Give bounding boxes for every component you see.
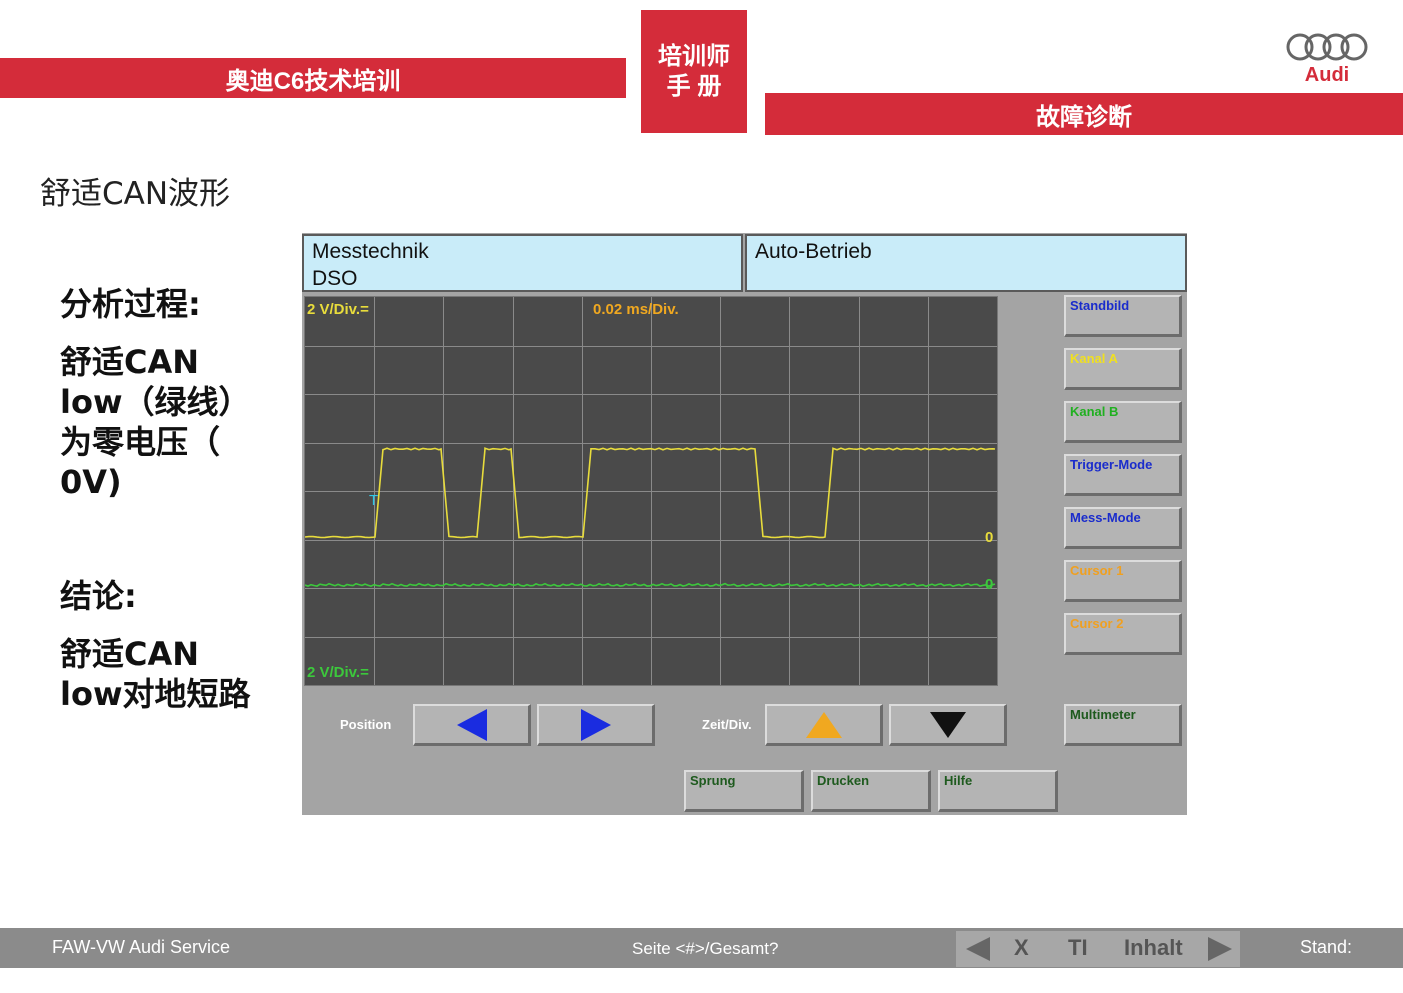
multimeter-label: Multimeter bbox=[1070, 707, 1136, 722]
mess-mode-label: Mess-Mode bbox=[1070, 510, 1141, 525]
channel-a-scale: 2 V/Div.= bbox=[307, 301, 369, 318]
header-right-bar: 故障诊断 bbox=[765, 93, 1403, 135]
sprung-button[interactable]: Sprung bbox=[684, 770, 804, 812]
zero-marker-b: 0 bbox=[985, 576, 993, 593]
cursor-2-button[interactable]: Cursor 2 bbox=[1064, 613, 1182, 655]
badge-line-2: 手 册 bbox=[666, 72, 722, 100]
mode-title: Messtechnik bbox=[312, 240, 429, 263]
course-title: 奥迪C6技术培训 bbox=[225, 67, 401, 95]
position-right-button[interactable] bbox=[537, 704, 655, 746]
analysis-body: 舒适CAN low（绿线） 为零电压（ 0V) bbox=[60, 342, 260, 502]
scope-svg: 2 V/Div.= 0.02 ms/Div. 2 V/Div.= T 0 0 bbox=[305, 297, 997, 685]
kanal-a-button[interactable]: Kanal A bbox=[1064, 348, 1182, 390]
kanal-b-label: Kanal B bbox=[1070, 404, 1119, 419]
badge-line-1: 培训师 bbox=[658, 42, 730, 70]
standbild-label: Standbild bbox=[1070, 298, 1130, 313]
channel-b-scale: 2 V/Div.= bbox=[307, 664, 369, 681]
arrow-down-icon bbox=[929, 711, 966, 738]
multimeter-button[interactable]: Multimeter bbox=[1064, 704, 1182, 746]
nav-close[interactable]: X bbox=[1014, 935, 1029, 961]
audi-logo: Audi bbox=[1284, 30, 1370, 90]
timebase-label: 0.02 ms/Div. bbox=[593, 301, 679, 318]
cursor-1-button[interactable]: Cursor 1 bbox=[1064, 560, 1182, 602]
cursor-2-label: Cursor 2 bbox=[1070, 616, 1124, 631]
arrow-right-icon bbox=[580, 708, 611, 741]
analysis-line: 舒适CAN bbox=[60, 343, 200, 381]
drucken-label: Drucken bbox=[817, 773, 870, 788]
audi-wordmark: Audi bbox=[1304, 64, 1350, 86]
hilfe-button[interactable]: Hilfe bbox=[938, 770, 1058, 812]
footer-nav: X TI Inhalt bbox=[956, 931, 1240, 967]
mode-subtitle: DSO bbox=[312, 267, 358, 290]
conclusion-line: low对地短路 bbox=[60, 675, 251, 713]
trigger-mode-button[interactable]: Trigger-Mode bbox=[1064, 454, 1182, 496]
zeit-div-label: Zeit/Div. bbox=[702, 717, 752, 732]
footer-bar: FAW-VW Audi Service Seite <#>/Gesamt? X … bbox=[0, 928, 1403, 968]
analysis-line: 为零电压（ bbox=[60, 423, 221, 461]
channel-a-trace bbox=[305, 447, 996, 539]
standbild-button[interactable]: Standbild bbox=[1064, 295, 1182, 337]
drucken-button[interactable]: Drucken bbox=[811, 770, 931, 812]
operating-mode: Auto-Betrieb bbox=[755, 240, 872, 263]
mess-mode-button[interactable]: Mess-Mode bbox=[1064, 507, 1182, 549]
hilfe-label: Hilfe bbox=[944, 773, 973, 788]
zeit-down-button[interactable] bbox=[889, 704, 1007, 746]
nav-prev-icon[interactable] bbox=[964, 936, 992, 962]
mode-header-left: Messtechnik DSO bbox=[302, 234, 743, 292]
trigger-mode-label: Trigger-Mode bbox=[1070, 457, 1153, 472]
conclusion-heading: 结论: bbox=[60, 577, 137, 615]
header-center-badge: 培训师 手 册 bbox=[641, 10, 747, 133]
conclusion-body: 舒适CAN low对地短路 bbox=[60, 634, 270, 714]
footer-page: Seite <#>/Gesamt? bbox=[632, 939, 779, 958]
analysis-line: 0V) bbox=[60, 463, 122, 501]
nav-inhalt[interactable]: Inhalt bbox=[1124, 935, 1183, 961]
nav-top[interactable]: TI bbox=[1068, 935, 1088, 961]
audi-rings-icon bbox=[1286, 33, 1368, 61]
kanal-b-button[interactable]: Kanal B bbox=[1064, 401, 1182, 443]
conclusion-line: 舒适CAN bbox=[60, 635, 200, 673]
footer-stand: Stand: bbox=[1300, 937, 1353, 957]
analysis-heading: 分析过程: bbox=[60, 285, 201, 323]
zero-marker-a: 0 bbox=[985, 529, 993, 546]
kanal-a-label: Kanal A bbox=[1070, 351, 1118, 366]
arrow-up-icon bbox=[805, 711, 842, 738]
position-left-button[interactable] bbox=[413, 704, 531, 746]
mode-header-right: Auto-Betrieb bbox=[745, 234, 1187, 292]
footer-service: FAW-VW Audi Service bbox=[52, 937, 231, 957]
sprung-label: Sprung bbox=[690, 773, 736, 788]
arrow-left-icon bbox=[456, 708, 487, 741]
slide-title: 舒适CAN波形 bbox=[40, 176, 231, 212]
channel-b-trace bbox=[305, 582, 996, 588]
trigger-marker: T bbox=[369, 492, 378, 509]
scope-grid bbox=[305, 297, 997, 685]
section-title: 故障诊断 bbox=[1036, 103, 1132, 131]
position-label: Position bbox=[340, 717, 392, 732]
dso-panel: Messtechnik DSO Auto-Betrieb 2 V/Div.= 0… bbox=[302, 233, 1187, 815]
nav-next-icon[interactable] bbox=[1206, 936, 1234, 962]
header-left-bar: 奥迪C6技术培训 bbox=[0, 58, 626, 98]
cursor-1-label: Cursor 1 bbox=[1070, 563, 1124, 578]
analysis-line: low（绿线） bbox=[60, 383, 251, 421]
zeit-up-button[interactable] bbox=[765, 704, 883, 746]
oscilloscope-screen: 2 V/Div.= 0.02 ms/Div. 2 V/Div.= T 0 0 bbox=[304, 296, 998, 686]
